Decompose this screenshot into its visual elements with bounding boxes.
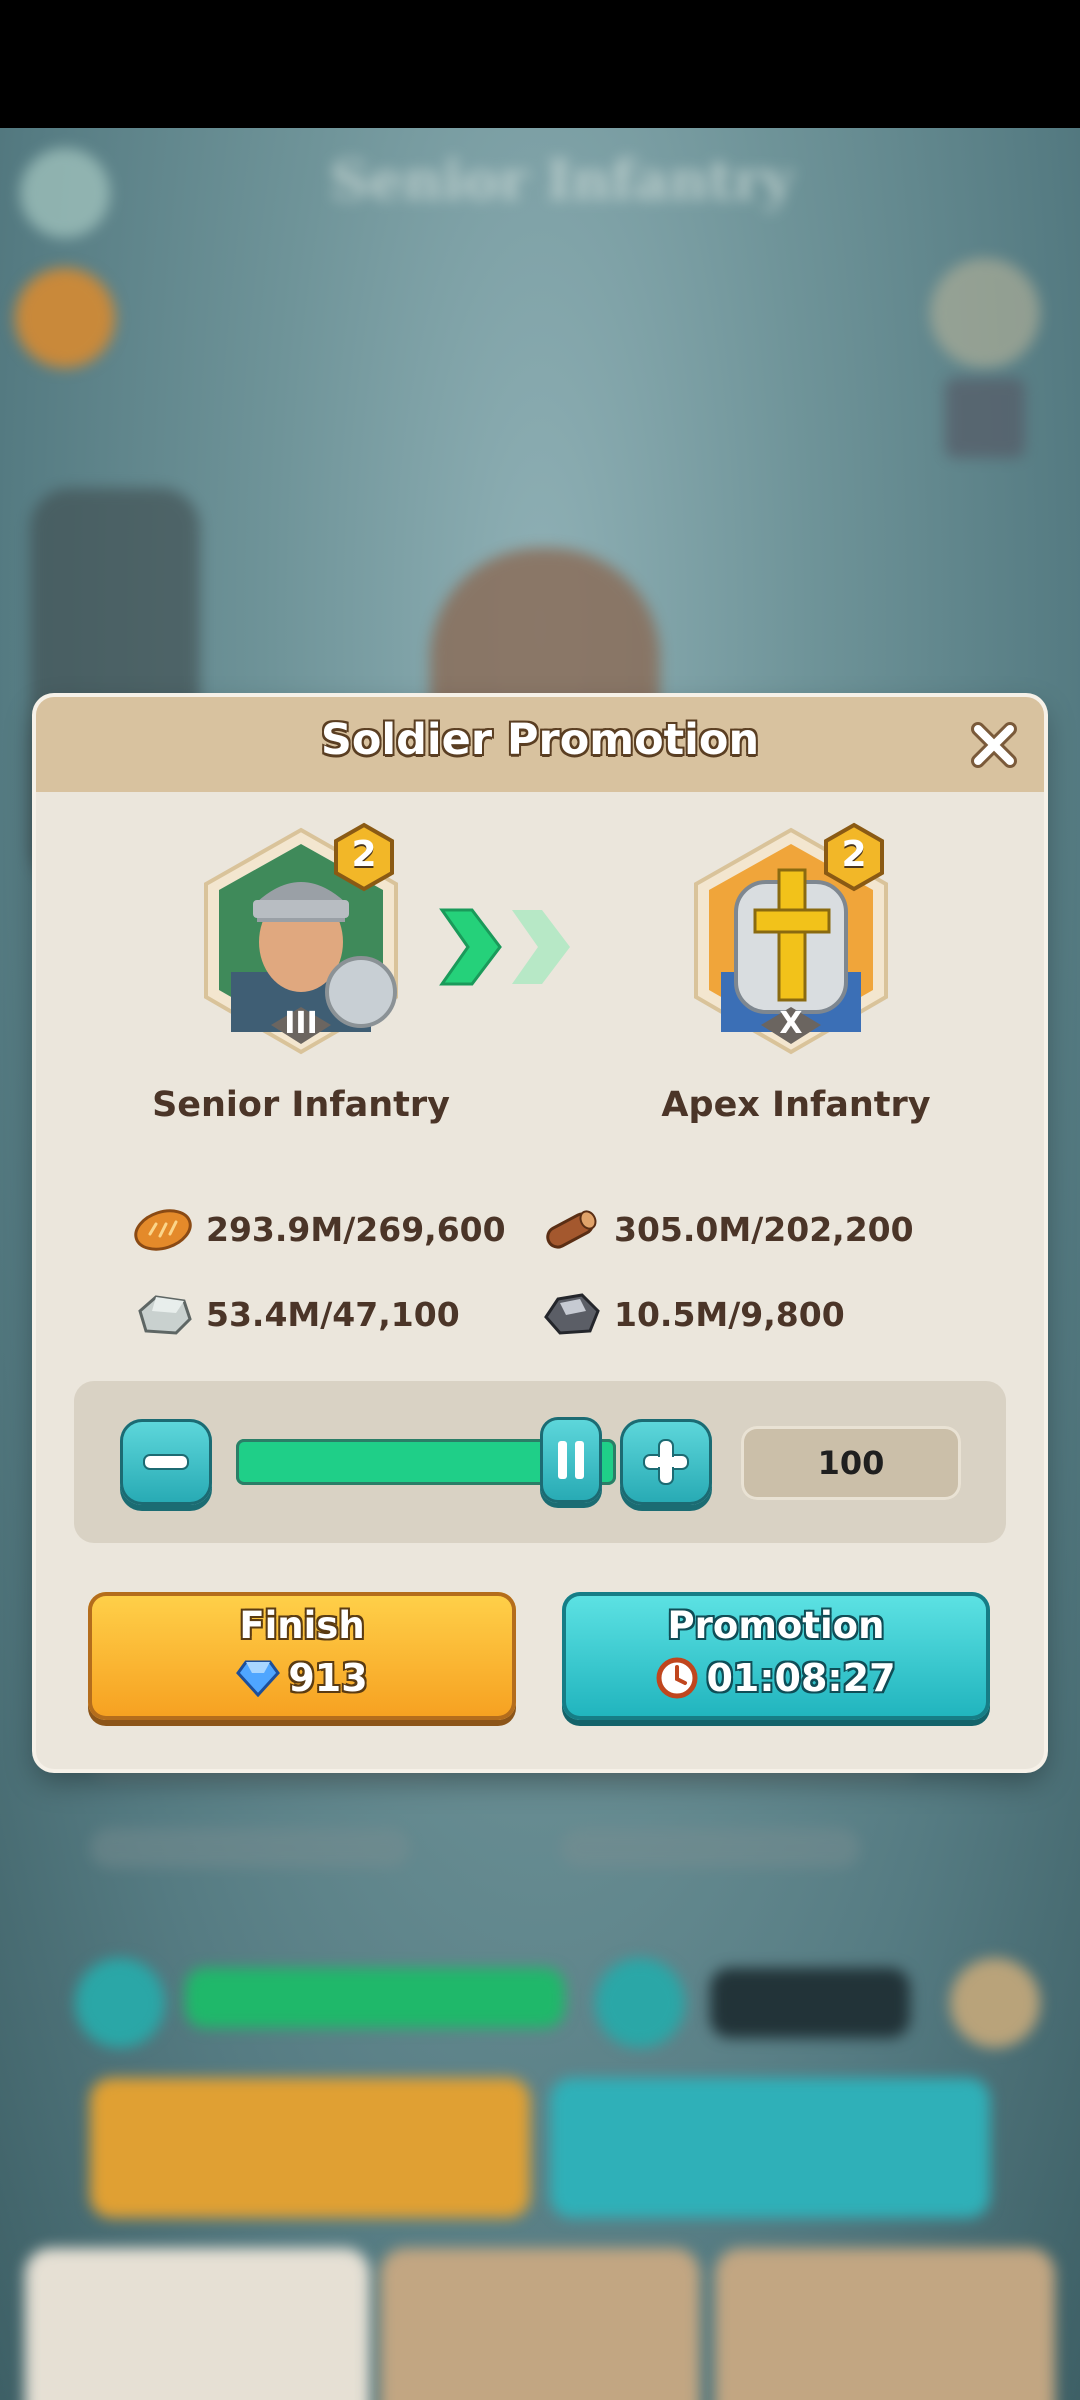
resource-iron-text: 10.5M/9,800 <box>614 1294 845 1334</box>
resource-wood-text: 305.0M/202,200 <box>614 1209 914 1249</box>
finish-button[interactable]: Finish 913 <box>88 1592 516 1720</box>
close-button[interactable] <box>966 717 1022 773</box>
bg-tab-1 <box>25 2248 370 2400</box>
to-unit-name: Apex Infantry <box>661 1085 931 1125</box>
dialog-header: Soldier Promotion <box>36 697 1044 792</box>
resource-iron: 10.5M/9,800 <box>540 1284 845 1344</box>
soldier-promotion-dialog: Soldier Promotion III 2 Senior Infantry <box>36 697 1044 1769</box>
promotion-button[interactable]: Promotion 01:08:27 <box>562 1592 990 1720</box>
clock-icon <box>656 1657 698 1699</box>
resource-food-text: 293.9M/269,600 <box>206 1209 506 1249</box>
promotion-time: 01:08:27 <box>706 1656 896 1700</box>
slider-thumb[interactable] <box>540 1417 602 1503</box>
bg-speedup-icon <box>950 1958 1040 2048</box>
wood-log-icon <box>546 1210 597 1249</box>
bg-slider <box>185 1968 565 2028</box>
diamond-icon <box>236 1660 281 1697</box>
bg-resource-row <box>560 1828 860 1868</box>
bread-icon <box>134 1209 192 1251</box>
from-unit-tier: 2 <box>351 834 377 875</box>
decrease-button[interactable] <box>120 1419 212 1505</box>
bg-plus-button <box>595 1958 685 2048</box>
back-button-blurred <box>20 148 110 238</box>
bg-tab-2 <box>380 2248 700 2400</box>
to-unit-portrait[interactable]: X 2 <box>681 822 901 1062</box>
resource-food: 293.9M/269,600 <box>132 1199 506 1259</box>
quantity-input[interactable]: 100 <box>741 1426 961 1500</box>
bg-minus-button <box>75 1958 165 2048</box>
close-icon <box>971 722 1017 768</box>
promotion-duration: 01:08:27 <box>562 1656 990 1700</box>
increase-button[interactable] <box>620 1419 712 1505</box>
bg-promotion-button <box>550 2078 990 2218</box>
stone-icon <box>138 1295 192 1335</box>
bg-resource-row <box>90 1828 410 1868</box>
iron-ore-icon <box>544 1293 600 1335</box>
promotion-button-label: Promotion <box>667 1604 885 1647</box>
resource-wood: 305.0M/202,200 <box>540 1199 914 1259</box>
resource-stone: 53.4M/47,100 <box>132 1284 460 1344</box>
bg-finish-button <box>90 2078 530 2218</box>
promotion-arrow-icon <box>439 908 570 986</box>
finish-gem-cost: 913 <box>288 1656 368 1700</box>
plus-icon <box>643 1439 689 1485</box>
resource-stone-text: 53.4M/47,100 <box>206 1294 460 1334</box>
to-unit-tier: 2 <box>841 834 867 875</box>
bg-tab-3 <box>715 2248 1055 2400</box>
bg-quantity <box>710 1968 910 2038</box>
finish-cost: 913 <box>88 1656 516 1700</box>
dialog-title: Soldier Promotion <box>320 715 760 765</box>
pause-grip-icon <box>558 1441 584 1479</box>
minus-icon <box>143 1454 189 1470</box>
from-unit-name: Senior Infantry <box>152 1085 450 1125</box>
status-bar <box>0 0 1080 128</box>
from-unit-portrait[interactable]: III 2 <box>191 822 411 1062</box>
badge-icon <box>930 258 1040 368</box>
box-icon <box>945 378 1025 458</box>
background-title: Senior Infantry <box>330 148 794 212</box>
from-unit-rank: III <box>284 1006 318 1041</box>
finish-button-label: Finish <box>239 1604 365 1647</box>
gold-coin-icon <box>15 268 115 368</box>
to-unit-rank: X <box>779 1006 803 1041</box>
